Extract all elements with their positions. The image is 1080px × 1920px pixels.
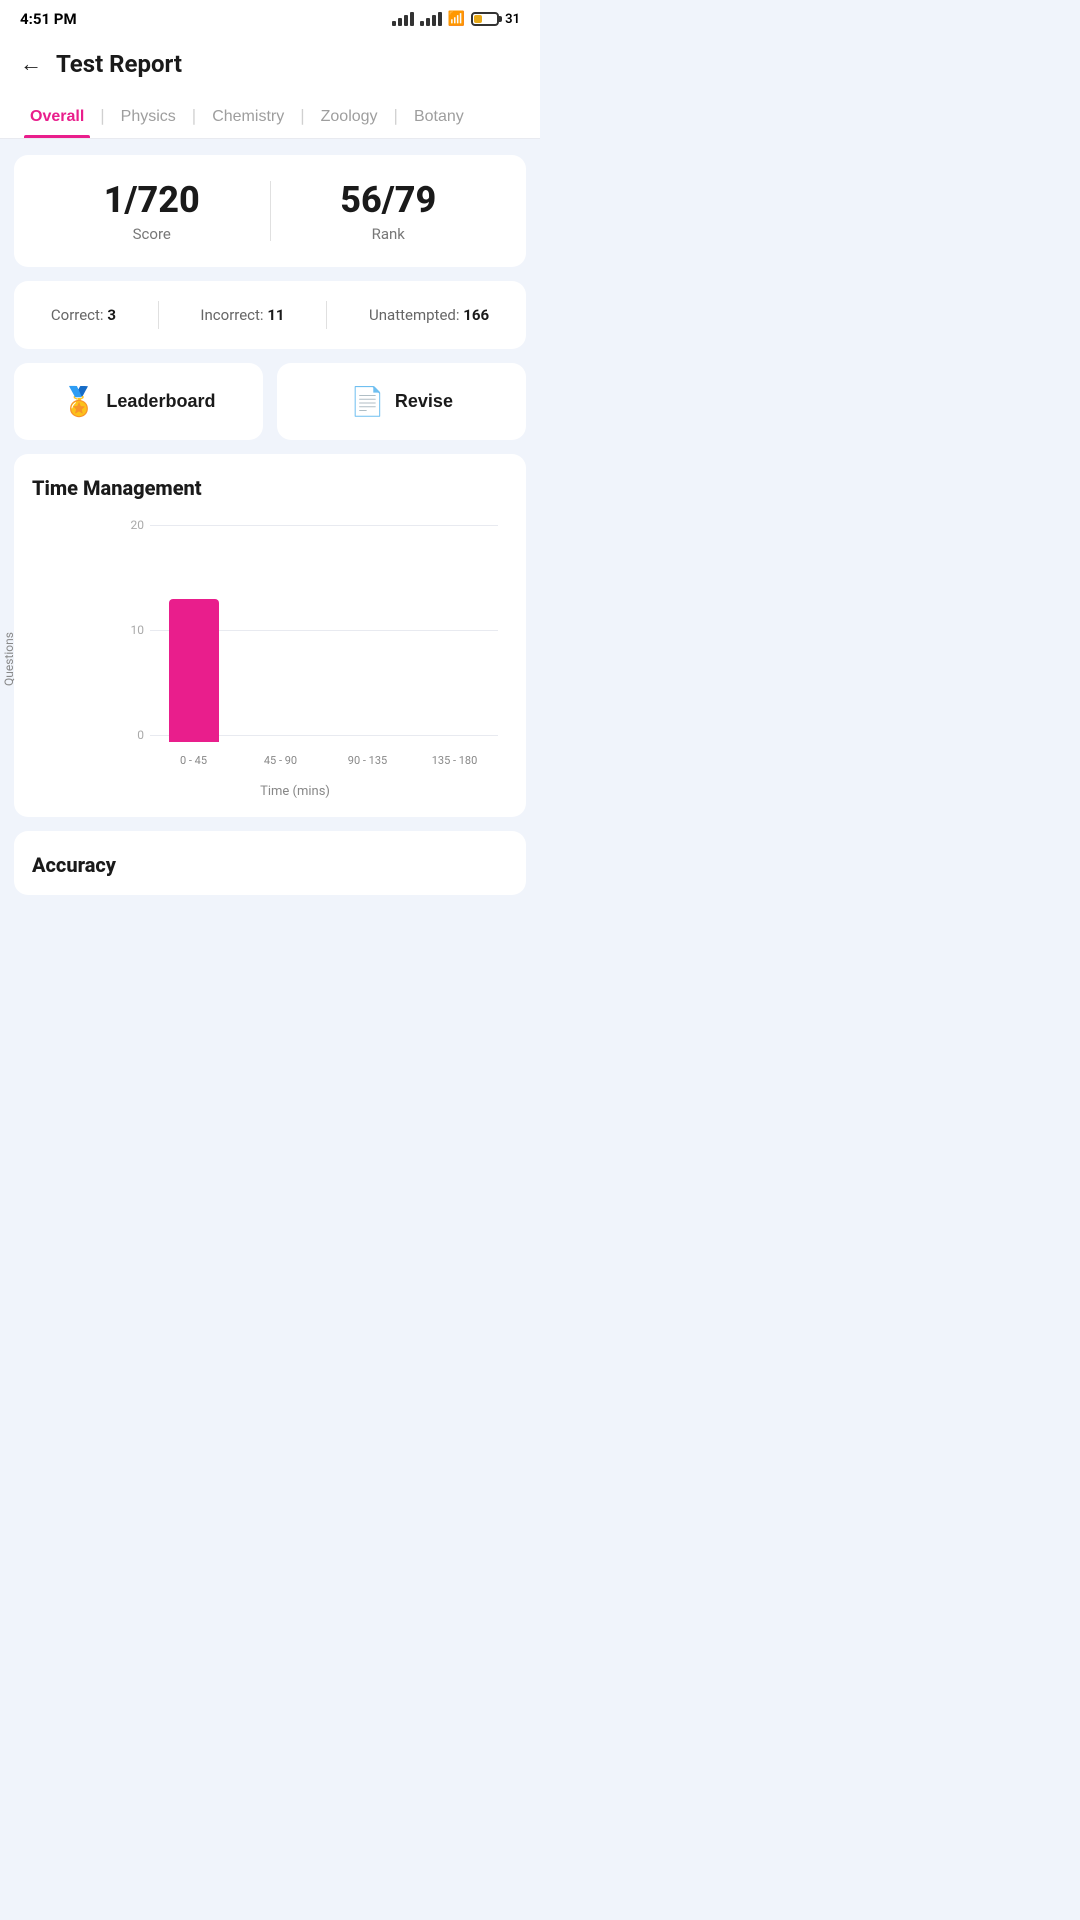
score-value: 1/720	[34, 179, 270, 221]
x-label-0: 0 - 45	[150, 742, 237, 778]
stats-card: Correct: 3 Incorrect: 11 Unattempted: 16…	[14, 281, 526, 349]
unattempted-stat: Unattempted: 166	[369, 306, 489, 324]
revise-icon: 📄	[350, 385, 385, 418]
leaderboard-button[interactable]: 🏅 Leaderboard	[14, 363, 263, 440]
unattempted-value: 166	[463, 306, 489, 324]
unattempted-label: Unattempted:	[369, 306, 459, 324]
incorrect-label: Incorrect:	[200, 306, 263, 324]
x-label-2: 90 - 135	[324, 742, 411, 778]
grid-line-20: 20	[122, 518, 498, 532]
back-button[interactable]: ←	[20, 53, 42, 75]
rank-value: 56/79	[271, 179, 507, 221]
tab-overall[interactable]: Overall	[16, 94, 98, 138]
tab-chemistry[interactable]: Chemistry	[198, 94, 298, 138]
y-axis-label: Questions	[2, 632, 16, 686]
x-axis: 0 - 4545 - 9090 - 135135 - 180	[150, 742, 498, 778]
incorrect-stat: Incorrect: 11	[200, 306, 284, 324]
time-management-card: Time Management Questions 20 10 0	[14, 454, 526, 817]
tab-zoology[interactable]: Zoology	[307, 94, 392, 138]
accuracy-title: Accuracy	[32, 853, 508, 877]
score-label: Score	[34, 225, 270, 243]
page-title: Test Report	[56, 50, 182, 78]
rank-label: Rank	[271, 225, 507, 243]
x-label-1: 45 - 90	[237, 742, 324, 778]
tabs-container: Overall | Physics | Chemistry | Zoology …	[0, 94, 540, 139]
score-section: 1/720 Score	[34, 179, 270, 243]
accuracy-card: Accuracy	[14, 831, 526, 895]
rank-section: 56/79 Rank	[271, 179, 507, 243]
wifi-icon: 📶	[448, 11, 465, 27]
x-axis-title: Time (mins)	[82, 784, 508, 799]
battery-icon	[471, 12, 499, 26]
tab-physics[interactable]: Physics	[107, 94, 190, 138]
chart-area: 20 10 0 0 - 4545 - 9	[122, 518, 498, 778]
grid-label-10: 10	[122, 623, 144, 637]
grid-label-0: 0	[122, 728, 144, 742]
status-bar: 4:51 PM 📶 31	[0, 0, 540, 34]
correct-stat: Correct: 3	[51, 306, 116, 324]
correct-label: Correct:	[51, 306, 104, 324]
leaderboard-label: Leaderboard	[106, 391, 215, 412]
correct-value: 3	[107, 306, 116, 324]
incorrect-value: 11	[267, 306, 284, 324]
chart-bars	[150, 538, 498, 742]
tab-divider-2: |	[190, 106, 198, 127]
stat-divider-1	[158, 301, 159, 329]
status-time: 4:51 PM	[20, 10, 77, 28]
action-row: 🏅 Leaderboard 📄 Revise	[14, 363, 526, 440]
battery-percent: 31	[505, 12, 520, 27]
status-icons: 📶 31	[392, 11, 520, 27]
signal-icon-2	[420, 12, 442, 26]
leaderboard-icon: 🏅	[62, 385, 97, 418]
tab-divider-4: |	[392, 106, 400, 127]
revise-label: Revise	[395, 391, 453, 412]
revise-button[interactable]: 📄 Revise	[277, 363, 526, 440]
signal-icon-1	[392, 12, 414, 26]
bar-group-0	[150, 599, 237, 742]
score-card: 1/720 Score 56/79 Rank	[14, 155, 526, 267]
tab-botany[interactable]: Botany	[400, 94, 478, 138]
header: ← Test Report	[0, 34, 540, 94]
grid-label-20: 20	[122, 518, 144, 532]
x-label-3: 135 - 180	[411, 742, 498, 778]
tab-divider-3: |	[298, 106, 306, 127]
stat-divider-2	[326, 301, 327, 329]
chart-title: Time Management	[32, 476, 508, 500]
main-content: 1/720 Score 56/79 Rank Correct: 3 Incorr…	[0, 139, 540, 911]
tab-divider-1: |	[98, 106, 106, 127]
